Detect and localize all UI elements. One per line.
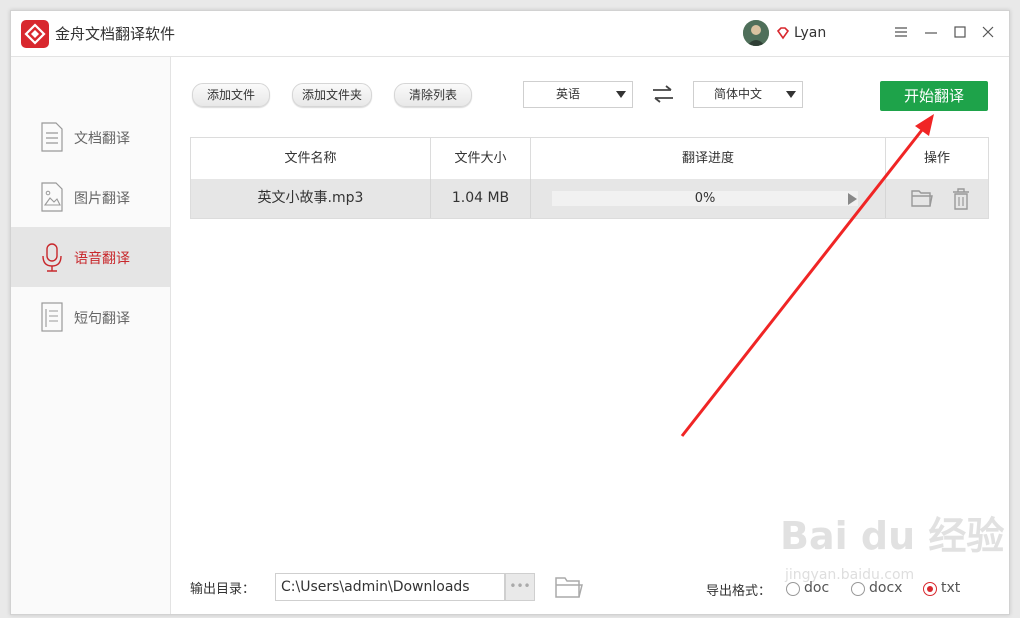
microphone-icon (40, 241, 64, 273)
sidebar: 文档翻译 图片翻译 语音翻译 短句翻译 (11, 57, 171, 614)
add-folder-button[interactable]: 添加文件夹 (292, 83, 372, 107)
radio-txt[interactable] (923, 582, 937, 596)
export-format-label: 导出格式： (706, 584, 772, 599)
start-translate-button[interactable]: 开始翻译 (880, 81, 988, 111)
watermark: Bai du 经验 (780, 514, 1005, 558)
radio-txt-label: txt (941, 580, 961, 596)
close-icon[interactable] (979, 23, 997, 41)
app-logo-icon (21, 20, 49, 48)
minimize-icon[interactable] (922, 23, 940, 41)
document-icon (40, 121, 64, 153)
text-file-icon (40, 301, 64, 333)
title-bar: 金舟文档翻译软件 Lyan (11, 11, 1009, 57)
sidebar-item-document[interactable]: 文档翻译 (11, 107, 170, 167)
table-row[interactable]: 英文小故事.mp3 1.04 MB 0% (191, 179, 988, 218)
sidebar-item-label: 短句翻译 (74, 311, 130, 327)
chevron-down-icon (616, 91, 626, 98)
chevron-down-icon (786, 91, 796, 98)
avatar[interactable] (743, 20, 769, 46)
play-icon[interactable] (848, 193, 857, 205)
header-file-size: 文件大小 (431, 138, 531, 179)
swap-languages-icon[interactable] (652, 85, 674, 107)
header-file-name: 文件名称 (191, 138, 431, 179)
folder-icon[interactable] (555, 575, 583, 603)
header-actions: 操作 (923, 151, 950, 166)
file-name-cell: 英文小故事.mp3 (191, 179, 431, 218)
browse-button[interactable]: ••• (505, 573, 535, 601)
target-language-select[interactable]: 简体中文 (693, 81, 803, 108)
sidebar-item-sentence[interactable]: 短句翻译 (11, 287, 170, 347)
radio-doc-label: doc (804, 580, 830, 596)
sidebar-item-image[interactable]: 图片翻译 (11, 167, 170, 227)
table-header: 文件名称 文件大小 翻译进度 操作 (191, 138, 988, 180)
sidebar-item-label: 语音翻译 (74, 251, 130, 267)
radio-docx[interactable] (851, 582, 865, 596)
delete-icon[interactable] (951, 188, 971, 214)
clear-list-button[interactable]: 清除列表 (394, 83, 472, 107)
file-table: 文件名称 文件大小 翻译进度 操作 英文小故事.mp3 1.04 MB 0% (190, 137, 989, 219)
source-language-select[interactable]: 英语 (523, 81, 633, 108)
username[interactable]: Lyan (794, 25, 826, 41)
menu-icon[interactable] (892, 23, 910, 41)
target-language-value: 简体中文 (713, 87, 762, 101)
file-size-cell: 1.04 MB (431, 179, 531, 218)
progress-text: 0% (694, 191, 716, 206)
maximize-icon[interactable] (951, 23, 969, 41)
source-language-value: 英语 (555, 87, 580, 101)
open-folder-icon[interactable] (911, 188, 933, 212)
header-progress: 翻译进度 (531, 138, 886, 179)
sidebar-item-voice[interactable]: 语音翻译 (11, 227, 170, 287)
vip-diamond-icon (776, 25, 790, 44)
image-icon (40, 181, 64, 213)
output-path-input[interactable]: C:\Users\admin\Downloads (275, 573, 505, 601)
app-title: 金舟文档翻译软件 (55, 25, 176, 43)
radio-docx-label: docx (869, 580, 903, 596)
add-file-button[interactable]: 添加文件 (192, 83, 270, 107)
radio-doc[interactable] (786, 582, 800, 596)
output-dir-label: 输出目录： (190, 582, 256, 597)
sidebar-item-label: 图片翻译 (74, 191, 130, 207)
sidebar-item-label: 文档翻译 (74, 131, 130, 147)
